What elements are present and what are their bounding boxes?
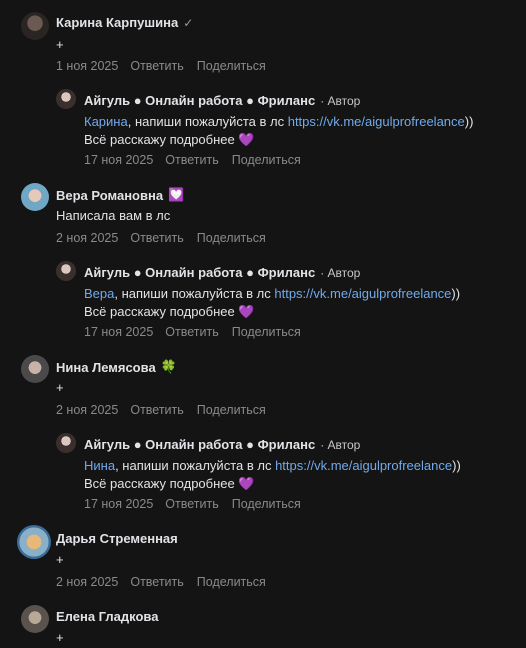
comment-text: + — [56, 552, 64, 567]
reply-text-end: )) — [451, 286, 461, 301]
share-button[interactable]: Поделиться — [232, 325, 301, 339]
author-badge: · Автор — [320, 265, 361, 280]
reply-button[interactable]: Ответить — [130, 575, 183, 589]
comment-author[interactable]: Нина Лемясова 🍀 — [56, 359, 177, 375]
comment-meta: 2 ноя 2025 Ответить Поделиться — [56, 231, 279, 245]
author-badge: · Автор — [320, 437, 361, 452]
author-name[interactable]: Вера Романовна — [56, 188, 163, 203]
author-name[interactable]: Карина Карпушина — [56, 15, 178, 30]
reply-text: Нина, напиши пожалуйста в лс https://vk.… — [84, 456, 461, 476]
author-name[interactable]: Дарья Стременная — [56, 531, 178, 546]
comment-author[interactable]: Елена Гладкова — [56, 609, 158, 624]
reply-date: 17 ноя 2025 — [84, 325, 154, 339]
profile-link[interactable]: https://vk.me/aigulprofreelance — [275, 458, 452, 473]
reply-text-line2: Всё расскажу подробнее 💜 — [84, 132, 255, 147]
comment-meta: 2 ноя 2025 Ответить Поделиться — [56, 403, 279, 417]
comment-date: 2 ноя 2025 — [56, 231, 119, 245]
reply-meta: 17 ноя 2025 Ответить Поделиться — [84, 325, 314, 339]
author-badge: · Автор — [320, 93, 361, 108]
reply-text-end: )) — [464, 114, 474, 129]
comment-text: + — [56, 380, 64, 395]
share-button[interactable]: Поделиться — [197, 59, 266, 73]
reply-date: 17 ноя 2025 — [84, 497, 154, 511]
reply-button[interactable]: Ответить — [130, 59, 183, 73]
comment-text: + — [56, 37, 64, 52]
reply-text-line2: Всё расскажу подробнее 💜 — [84, 476, 255, 491]
reply-button[interactable]: Ответить — [130, 403, 183, 417]
reply-text-mid: , напиши пожалуйста в лс — [115, 458, 276, 473]
reply-date: 17 ноя 2025 — [84, 153, 154, 167]
comment-date: 2 ноя 2025 — [56, 403, 119, 417]
mention-link[interactable]: Нина — [84, 458, 115, 473]
comment-date: 2 ноя 2025 — [56, 575, 119, 589]
share-button[interactable]: Поделиться — [197, 575, 266, 589]
share-button[interactable]: Поделиться — [197, 403, 266, 417]
profile-link[interactable]: https://vk.me/aigulprofreelance — [274, 286, 451, 301]
comment-date: 1 ноя 2025 — [56, 59, 119, 73]
reply-button[interactable]: Ответить — [165, 325, 218, 339]
author-name[interactable]: Айгуль ● Онлайн работа ● Фриланс — [84, 93, 315, 108]
profile-link[interactable]: https://vk.me/aigulprofreelance — [288, 114, 465, 129]
reply-button[interactable]: Ответить — [165, 497, 218, 511]
reply-text-end: )) — [452, 458, 461, 473]
reply-meta: 17 ноя 2025 Ответить Поделиться — [84, 153, 314, 167]
reply-text: Карина, напиши пожалуйста в лс https://v… — [84, 112, 473, 132]
avatar[interactable] — [17, 525, 51, 559]
reply-meta: 17 ноя 2025 Ответить Поделиться — [84, 497, 314, 511]
avatar[interactable] — [21, 355, 49, 383]
heart-badge-icon: 💟 — [168, 187, 185, 202]
reply-button[interactable]: Ответить — [130, 231, 183, 245]
reply-text-mid: , напиши пожалуйста в лс — [114, 286, 275, 301]
comment-text: Написала вам в лс — [56, 208, 171, 223]
comment-author[interactable]: Карина Карпушина ✓ — [56, 15, 193, 30]
avatar[interactable] — [56, 433, 76, 453]
reply-text-line2: Всё расскажу подробнее 💜 — [84, 304, 255, 319]
author-name[interactable]: Айгуль ● Онлайн работа ● Фриланс — [84, 265, 315, 280]
author-name[interactable]: Елена Гладкова — [56, 609, 158, 624]
comment-text: + — [56, 630, 64, 645]
clover-icon: 🍀 — [160, 359, 177, 374]
mention-link[interactable]: Вера — [84, 286, 114, 301]
share-button[interactable]: Поделиться — [232, 497, 301, 511]
comment-meta: 1 ноя 2025 Ответить Поделиться — [56, 59, 279, 73]
comment-meta: 2 ноя 2025 Ответить Поделиться — [56, 575, 279, 589]
reply-author[interactable]: Айгуль ● Онлайн работа ● Фриланс · Автор — [84, 437, 360, 452]
author-name[interactable]: Айгуль ● Онлайн работа ● Фриланс — [84, 437, 315, 452]
reply-author[interactable]: Айгуль ● Онлайн работа ● Фриланс · Автор — [84, 265, 360, 280]
reply-text: Вера, напиши пожалуйста в лс https://vk.… — [84, 284, 460, 304]
comment-author[interactable]: Вера Романовна 💟 — [56, 187, 184, 203]
comment-author[interactable]: Дарья Стременная — [56, 531, 178, 546]
avatar[interactable] — [21, 12, 49, 40]
mention-link[interactable]: Карина — [84, 114, 128, 129]
avatar[interactable] — [56, 261, 76, 281]
verified-icon: ✓ — [183, 15, 194, 30]
reply-author[interactable]: Айгуль ● Онлайн работа ● Фриланс · Автор — [84, 93, 360, 108]
avatar[interactable] — [21, 605, 49, 633]
reply-text-mid: , напиши пожалуйста в лс — [127, 114, 288, 129]
share-button[interactable]: Поделиться — [197, 231, 266, 245]
share-button[interactable]: Поделиться — [232, 153, 301, 167]
reply-button[interactable]: Ответить — [165, 153, 218, 167]
author-name[interactable]: Нина Лемясова — [56, 360, 156, 375]
avatar[interactable] — [21, 183, 49, 211]
avatar[interactable] — [56, 89, 76, 109]
